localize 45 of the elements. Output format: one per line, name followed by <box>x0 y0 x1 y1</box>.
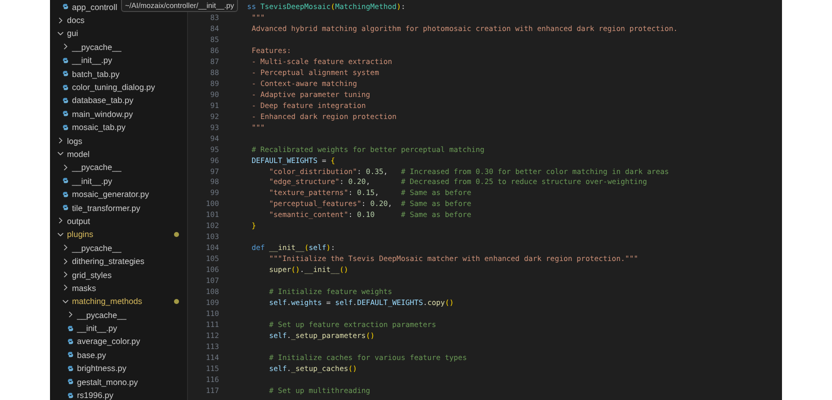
file-icon <box>62 84 69 91</box>
tree-item[interactable]: average_color.py <box>50 334 187 348</box>
tree-item[interactable]: base.py <box>50 348 187 362</box>
file-icon <box>62 56 69 64</box>
tree-item[interactable]: __pycache__ <box>50 308 187 322</box>
tree-item[interactable]: mosaic_tab.py <box>50 120 187 134</box>
tree-item[interactable]: brightness.py <box>50 362 187 375</box>
file-icon <box>62 96 69 104</box>
tree-item[interactable]: __pycache__ <box>50 241 187 254</box>
file-icon <box>67 378 74 386</box>
tree-item[interactable]: logs <box>50 134 187 148</box>
tree-item[interactable]: masks <box>50 281 187 295</box>
tree-item[interactable]: dithering_strategies <box>50 254 187 268</box>
tree-item[interactable]: color_tuning_dialog.py <box>50 80 187 94</box>
tree-item[interactable]: __init__.py <box>50 321 187 335</box>
file-icon <box>67 392 74 399</box>
file-icon <box>62 110 69 118</box>
tree-item[interactable]: plugins <box>50 228 187 242</box>
file-icon <box>67 338 74 345</box>
tree-item[interactable]: matching_methods <box>50 294 187 308</box>
file-icon <box>62 3 69 10</box>
file-icon <box>62 204 69 212</box>
tree-item[interactable]: __pycache__ <box>50 40 187 54</box>
tree-item[interactable]: gui <box>50 26 187 40</box>
tree-item[interactable]: mosaic_generator.py <box>50 187 187 201</box>
tree-item[interactable]: main_window.py <box>50 107 187 121</box>
tree-item[interactable]: gestalt_mono.py <box>50 374 187 388</box>
file-icon <box>62 190 69 198</box>
tree-item[interactable]: __pycache__ <box>50 160 187 174</box>
file-icon <box>67 364 74 372</box>
file-icon <box>67 324 74 332</box>
tree-item[interactable]: grid_styles <box>50 268 187 282</box>
tree-item[interactable]: database_tab.py <box>50 94 187 108</box>
file-icon <box>62 177 69 184</box>
file-icon <box>67 351 74 358</box>
tree-item[interactable]: batch_tab.py <box>50 66 187 80</box>
tree-item[interactable]: __init__.py <box>50 54 187 67</box>
tree-item[interactable]: docs <box>50 13 187 27</box>
tree-item[interactable]: tile_transformer.py <box>50 200 187 214</box>
tree-item[interactable]: output <box>50 214 187 228</box>
tree-item[interactable]: rs1996.py <box>50 388 187 400</box>
tree-item[interactable]: model <box>50 147 187 161</box>
file-icon <box>62 70 69 78</box>
file-icon <box>62 124 69 131</box>
tree-item[interactable]: __init__.py <box>50 174 187 188</box>
